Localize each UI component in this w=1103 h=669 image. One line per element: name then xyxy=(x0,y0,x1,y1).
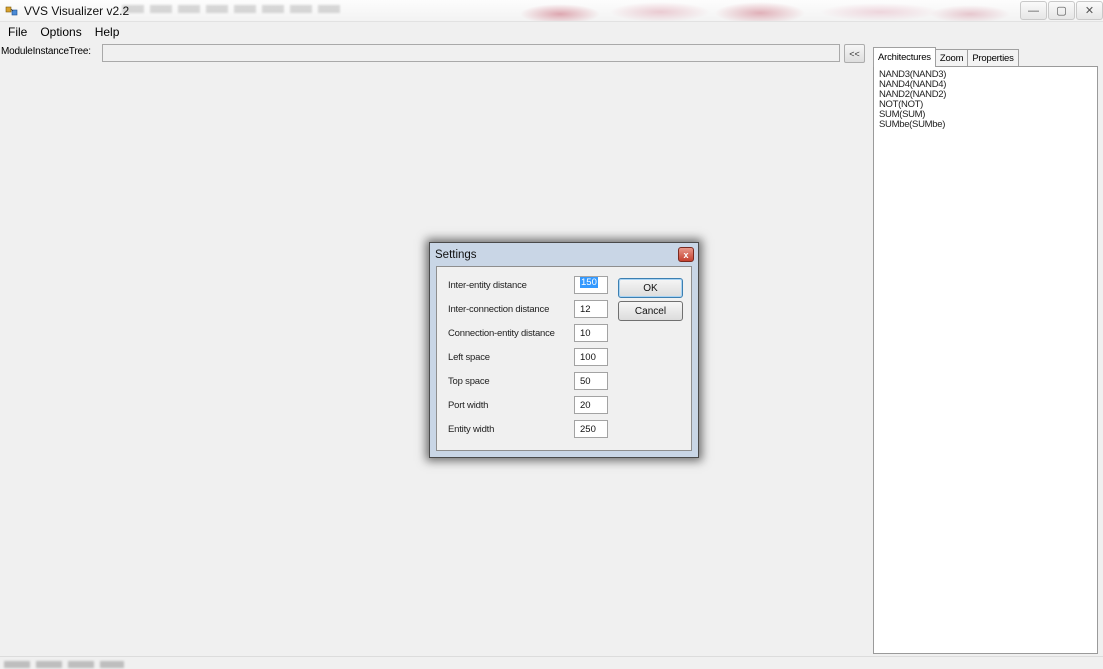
architectures-list: NAND3(NAND3) NAND4(NAND4) NAND2(NAND2) N… xyxy=(874,67,1097,130)
left-space-label: Left space xyxy=(448,352,490,363)
close-icon: x xyxy=(683,249,689,260)
inter-entity-distance-label: Inter-entity distance xyxy=(448,280,527,291)
top-space-input[interactable] xyxy=(574,372,608,390)
app-icon[interactable] xyxy=(5,4,19,18)
inter-connection-distance-input[interactable] xyxy=(574,300,608,318)
left-space-input[interactable] xyxy=(574,348,608,366)
selected-text: 150 xyxy=(580,277,598,288)
menu-file[interactable]: File xyxy=(8,25,34,39)
menu-options[interactable]: Options xyxy=(40,25,88,39)
connection-entity-distance-input[interactable] xyxy=(574,324,608,342)
architectures-panel: NAND3(NAND3) NAND4(NAND4) NAND2(NAND2) N… xyxy=(873,66,1098,654)
minimize-icon: — xyxy=(1028,4,1039,17)
window-controls: — ▢ ✕ xyxy=(1019,1,1103,21)
menu-bar: File Options Help xyxy=(0,22,1103,42)
close-window-button[interactable]: ✕ xyxy=(1076,1,1103,20)
window-title: VVS Visualizer v2.2 xyxy=(24,4,130,18)
tab-architectures[interactable]: Architectures xyxy=(873,47,936,67)
port-width-label: Port width xyxy=(448,400,489,411)
close-icon: ✕ xyxy=(1084,5,1095,17)
title-bar[interactable]: VVS Visualizer v2.2 — ▢ ✕ xyxy=(0,0,1103,22)
list-item[interactable]: SUMbe(SUMbe) xyxy=(879,120,1097,130)
top-space-label: Top space xyxy=(448,376,490,387)
entity-width-input[interactable] xyxy=(574,420,608,438)
blurred-status-text xyxy=(4,661,124,668)
tab-zoom[interactable]: Zoom xyxy=(934,49,969,67)
blurred-title-text xyxy=(122,5,342,13)
collapse-panel-button[interactable]: << xyxy=(844,44,865,63)
menu-help[interactable]: Help xyxy=(95,25,127,39)
entity-width-label: Entity width xyxy=(448,424,495,435)
maximize-button[interactable]: ▢ xyxy=(1048,1,1075,20)
maximize-icon: ▢ xyxy=(1056,5,1067,17)
inter-connection-distance-label: Inter-connection distance xyxy=(448,304,550,315)
right-panel-tabs: Architectures Zoom Properties xyxy=(873,47,1019,67)
inter-entity-distance-input[interactable]: 150 xyxy=(574,276,608,294)
cancel-button[interactable]: Cancel xyxy=(618,301,683,321)
dialog-title: Settings xyxy=(435,249,477,261)
settings-dialog: Settings x Inter-entity distance 150 Int… xyxy=(429,242,699,458)
module-instance-tree-label: ModuleInstanceTree: xyxy=(1,46,91,57)
blurred-background xyxy=(500,0,1020,21)
ok-button[interactable]: OK xyxy=(618,278,683,298)
dialog-body: Inter-entity distance 150 Inter-connecti… xyxy=(436,266,692,451)
dialog-close-button[interactable]: x xyxy=(678,247,694,262)
minimize-button[interactable]: — xyxy=(1020,1,1047,20)
module-instance-tree-field[interactable] xyxy=(102,44,840,62)
tab-properties[interactable]: Properties xyxy=(967,49,1019,67)
status-bar xyxy=(0,656,1103,669)
connection-entity-distance-label: Connection-entity distance xyxy=(448,328,555,339)
port-width-input[interactable] xyxy=(574,396,608,414)
